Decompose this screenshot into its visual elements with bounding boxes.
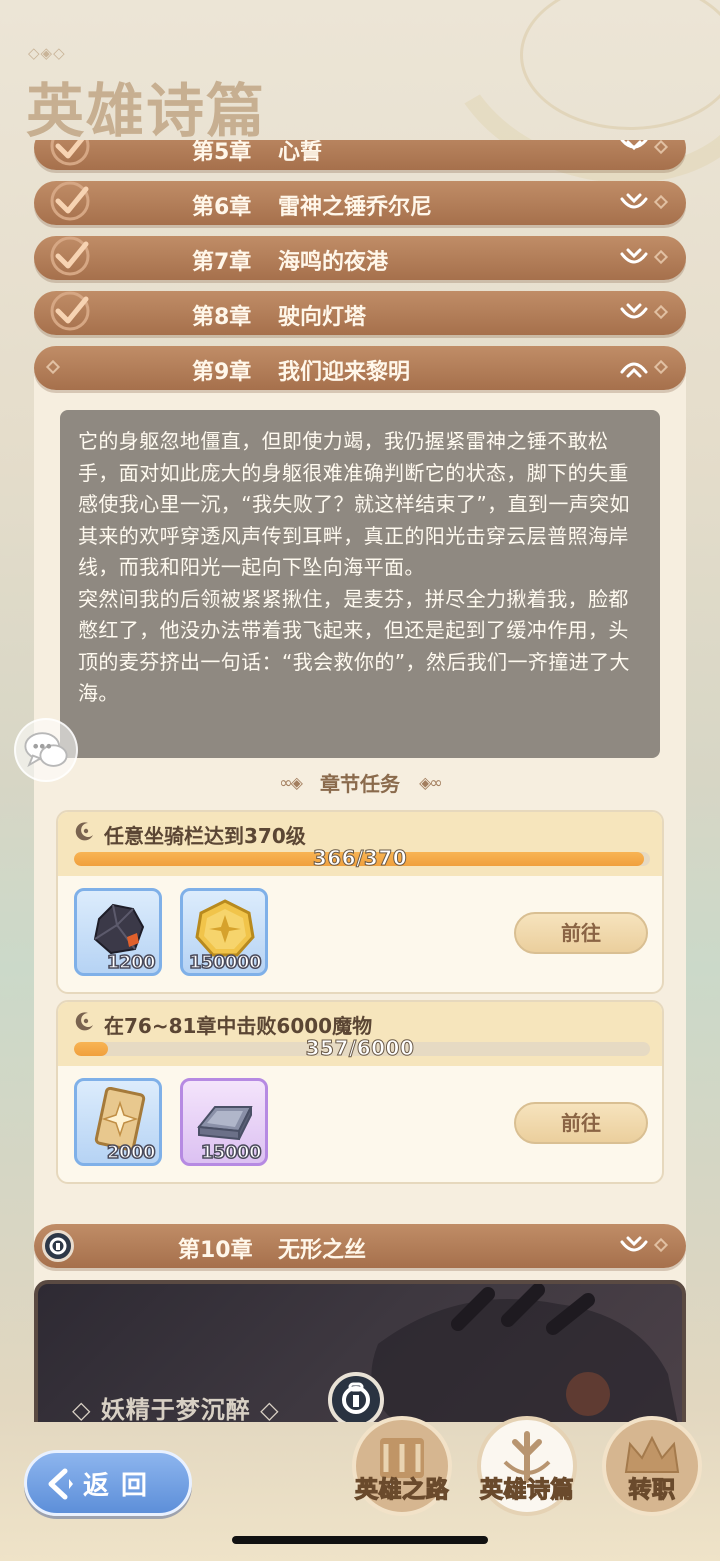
chapter-name: 驶向灯塔 xyxy=(278,305,367,330)
go-button[interactable]: 前往 xyxy=(514,912,648,954)
chevron-down-icon[interactable] xyxy=(618,140,650,162)
chapter-name: 海鸣的夜港 xyxy=(278,250,389,275)
chapter-row-7[interactable]: 第7章 海鸣的夜港 xyxy=(34,236,686,280)
diamond-ornament xyxy=(653,249,669,265)
diamond-ornament xyxy=(653,359,669,375)
tab-label: 转职 xyxy=(628,1476,676,1503)
back-label: 返回 xyxy=(83,1471,160,1501)
chapter-row-6[interactable]: 第6章 雷神之锤乔尔尼 xyxy=(34,181,686,225)
chevron-down-icon[interactable] xyxy=(618,299,650,327)
tab-label: 英雄诗篇 xyxy=(479,1476,574,1503)
chapter-row-10[interactable]: 第10章 无形之丝 xyxy=(34,1224,686,1268)
reward-qty: 2000 xyxy=(106,1141,156,1164)
home-indicator[interactable] xyxy=(232,1536,488,1544)
diamond-ornament xyxy=(653,140,669,155)
moon-icon xyxy=(75,1012,93,1031)
task-card: 在76~81章中击败6000魔物 357/6000 2000 15000 前往 xyxy=(56,1000,664,1184)
progress-text: 357/6000 xyxy=(305,1036,415,1061)
diamond-ornament xyxy=(653,194,669,210)
chapter-number: 第9章 xyxy=(192,360,252,385)
check-icon xyxy=(50,291,90,331)
back-arrow-icon xyxy=(48,1468,73,1500)
page-title: 英雄诗篇 xyxy=(26,77,267,145)
diamond-ornament xyxy=(45,359,61,375)
diamond-ornament xyxy=(653,1237,669,1253)
chapter-name: 无形之丝 xyxy=(278,1238,367,1263)
tab-job-change[interactable]: 转职 xyxy=(600,1414,704,1518)
story-paragraph: 它的身躯忽地僵直，但即使力竭，我仍握紧雷神之锤不敢松手，面对如此庞大的身躯很难准… xyxy=(78,429,630,579)
chapter-number: 第5章 xyxy=(192,140,252,165)
progress-text: 366/370 xyxy=(312,846,408,871)
chevron-down-icon[interactable] xyxy=(618,189,650,217)
task-card: 任意坐骑栏达到370级 366/370 1200 150000 前往 xyxy=(56,810,664,994)
chapter-row-9[interactable]: 第9章 我们迎来黎明 xyxy=(34,346,686,390)
reward-item[interactable]: 1200 xyxy=(74,888,162,976)
reward-qty: 1200 xyxy=(106,951,156,974)
chat-button[interactable] xyxy=(14,718,78,782)
chevron-down-icon[interactable] xyxy=(618,1232,650,1260)
chevron-up-icon[interactable] xyxy=(618,354,650,382)
chapter-row-5[interactable]: 第5章 心誓 xyxy=(34,140,686,170)
check-icon xyxy=(50,236,90,276)
tab-hero-road[interactable]: 英雄之路 xyxy=(350,1414,454,1518)
tasks-header-label: 章节任务 xyxy=(320,772,400,796)
check-icon xyxy=(50,181,90,221)
go-button[interactable]: 前往 xyxy=(514,1102,648,1144)
title-ornament: ◇◈◇ xyxy=(28,44,66,62)
ornament-left: ∞◈ xyxy=(279,773,303,792)
chevron-down-icon[interactable] xyxy=(618,244,650,272)
shadow-hand-art xyxy=(371,1284,678,1422)
chapter-row-8[interactable]: 第8章 驶向灯塔 xyxy=(34,291,686,335)
chapter-name: 雷神之锤乔尔尼 xyxy=(278,195,433,220)
chapter-number: 第7章 xyxy=(192,250,252,275)
moon-icon xyxy=(75,822,93,841)
reward-qty: 15000 xyxy=(200,1141,262,1164)
chapter-number: 第6章 xyxy=(192,195,252,220)
lock-icon xyxy=(42,1230,74,1262)
check-icon xyxy=(50,140,90,166)
task-title: 任意坐骑栏达到370级 xyxy=(104,824,306,848)
story-paragraph: 突然间我的后领被紧紧揪住，是麦芬，拼尽全力揪着我，脸都憋红了，他没办法带着我飞起… xyxy=(78,586,630,706)
chapter-10-subtitle: ◇ 妖精于梦沉醉 ◇ xyxy=(72,1396,280,1422)
task-title: 在76~81章中击败6000魔物 xyxy=(104,1014,373,1038)
tab-label: 英雄之路 xyxy=(354,1476,449,1503)
tab-hero-poem[interactable]: 英雄诗篇 xyxy=(475,1414,579,1518)
reward-item[interactable]: 2000 xyxy=(74,1078,162,1166)
chat-bubble-icon xyxy=(24,732,68,768)
diamond-ornament xyxy=(653,304,669,320)
ornament-right: ◈∞ xyxy=(419,773,443,792)
chapter-name: 心誓 xyxy=(278,140,323,165)
chapter-list[interactable]: 第5章 心誓 第6章 雷神之锤乔尔尼 第7章 海鸣的夜港 第8章 驶向灯塔 第9… xyxy=(34,140,686,1422)
reward-item[interactable]: 150000 xyxy=(180,888,268,976)
reward-item[interactable]: 15000 xyxy=(180,1078,268,1166)
story-text-box: 它的身躯忽地僵直，但即使力竭，我仍握紧雷神之锤不敢松手，面对如此庞大的身躯很难准… xyxy=(60,410,660,758)
chapter-number: 第10章 xyxy=(178,1238,253,1263)
chapter-number: 第8章 xyxy=(192,305,252,330)
chapter-10-art-card[interactable]: ◇ 妖精于梦沉醉 ◇ xyxy=(34,1280,686,1422)
back-button[interactable]: 返回 xyxy=(24,1450,192,1516)
bottom-bar: 返回 英雄之路 英雄诗篇 转职 xyxy=(0,1416,720,1561)
reward-qty: 150000 xyxy=(188,951,262,974)
tasks-header: ∞◈ 章节任务 ◈∞ xyxy=(34,768,686,802)
chapter-name: 我们迎来黎明 xyxy=(278,360,411,385)
